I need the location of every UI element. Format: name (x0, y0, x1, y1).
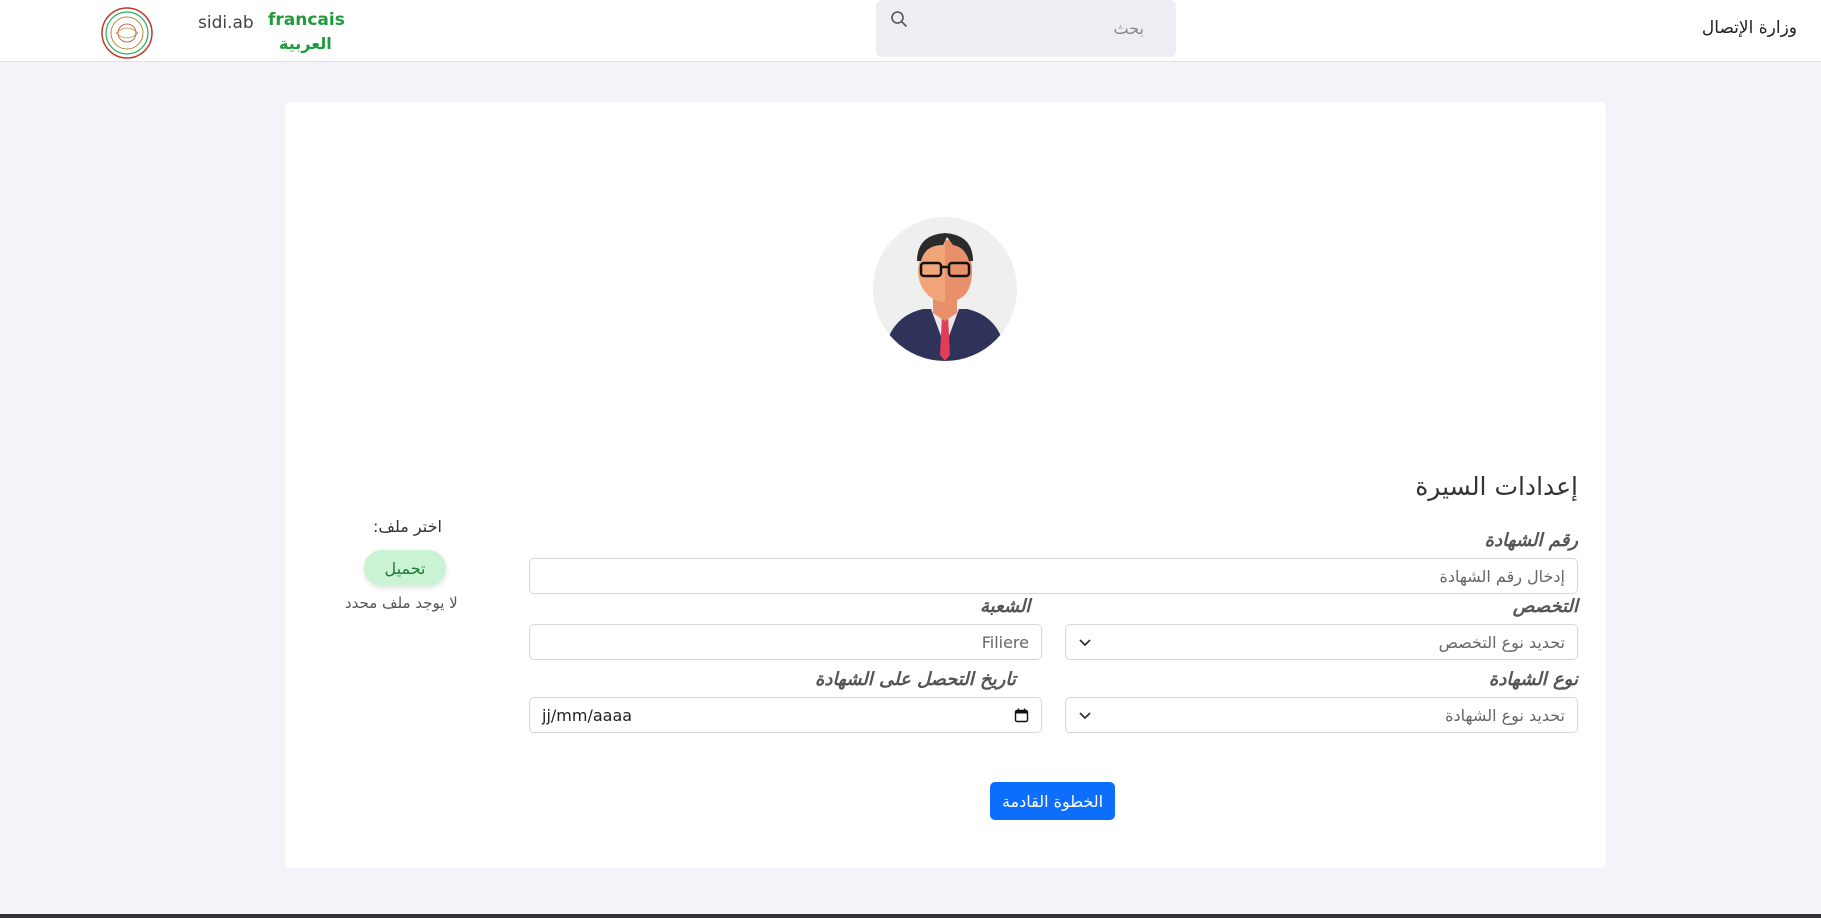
file-status-text: لا يوجد ملف محدد (345, 594, 458, 612)
file-choose-label: اختر ملف: (373, 517, 442, 536)
bottom-edge-bar (0, 914, 1821, 918)
brand-name[interactable]: sidi.ab (198, 13, 254, 33)
next-step-button[interactable]: الخطوة القادمة (990, 782, 1115, 820)
specialty-select[interactable]: تحديد نوع التخصص (1065, 624, 1578, 660)
specialty-select-value: تحديد نوع التخصص (1438, 632, 1565, 652)
specialty-label: التخصص (1512, 596, 1578, 617)
language-arabic-link[interactable]: العربية (279, 34, 332, 53)
certificate-type-select-value: تحديد نوع الشهادة (1445, 705, 1565, 725)
top-navbar: sidi.ab francais العربية وزارة الإتصال (0, 0, 1821, 62)
profile-setup-card: إعدادات السيرة رقم الشهادة التخصص الشعبة… (285, 102, 1606, 868)
ministry-title: وزارة الإتصال (1701, 18, 1797, 38)
certificate-number-field[interactable] (529, 558, 1578, 594)
branch-field[interactable] (529, 624, 1042, 660)
chevron-down-icon (1079, 639, 1091, 647)
branch-input[interactable] (530, 625, 1041, 659)
certificate-type-select[interactable]: تحديد نوع الشهادة (1065, 697, 1578, 733)
chevron-down-icon (1079, 712, 1091, 720)
obtain-date-field[interactable]: jj/mm/aaaa (529, 697, 1042, 733)
search-input[interactable] (916, 12, 1146, 44)
user-avatar[interactable] (873, 217, 1017, 361)
search-icon[interactable] (890, 10, 908, 28)
section-title: إعدادات السيرة (1415, 472, 1578, 501)
calendar-icon[interactable] (1014, 708, 1029, 723)
certificate-number-label: رقم الشهادة (1484, 530, 1578, 551)
certificate-number-input[interactable] (530, 559, 1577, 593)
certificate-type-label: نوع الشهادة (1488, 669, 1578, 690)
search-box[interactable] (876, 0, 1176, 57)
upload-button[interactable]: تحميل (364, 550, 446, 586)
obtain-date-label: تاريخ التحصل على الشهادة (815, 669, 1016, 690)
language-french-link[interactable]: francais (268, 10, 345, 30)
ministry-logo (101, 7, 153, 59)
branch-label: الشعبة (980, 596, 1031, 617)
date-placeholder: jj/mm/aaaa (542, 705, 633, 725)
